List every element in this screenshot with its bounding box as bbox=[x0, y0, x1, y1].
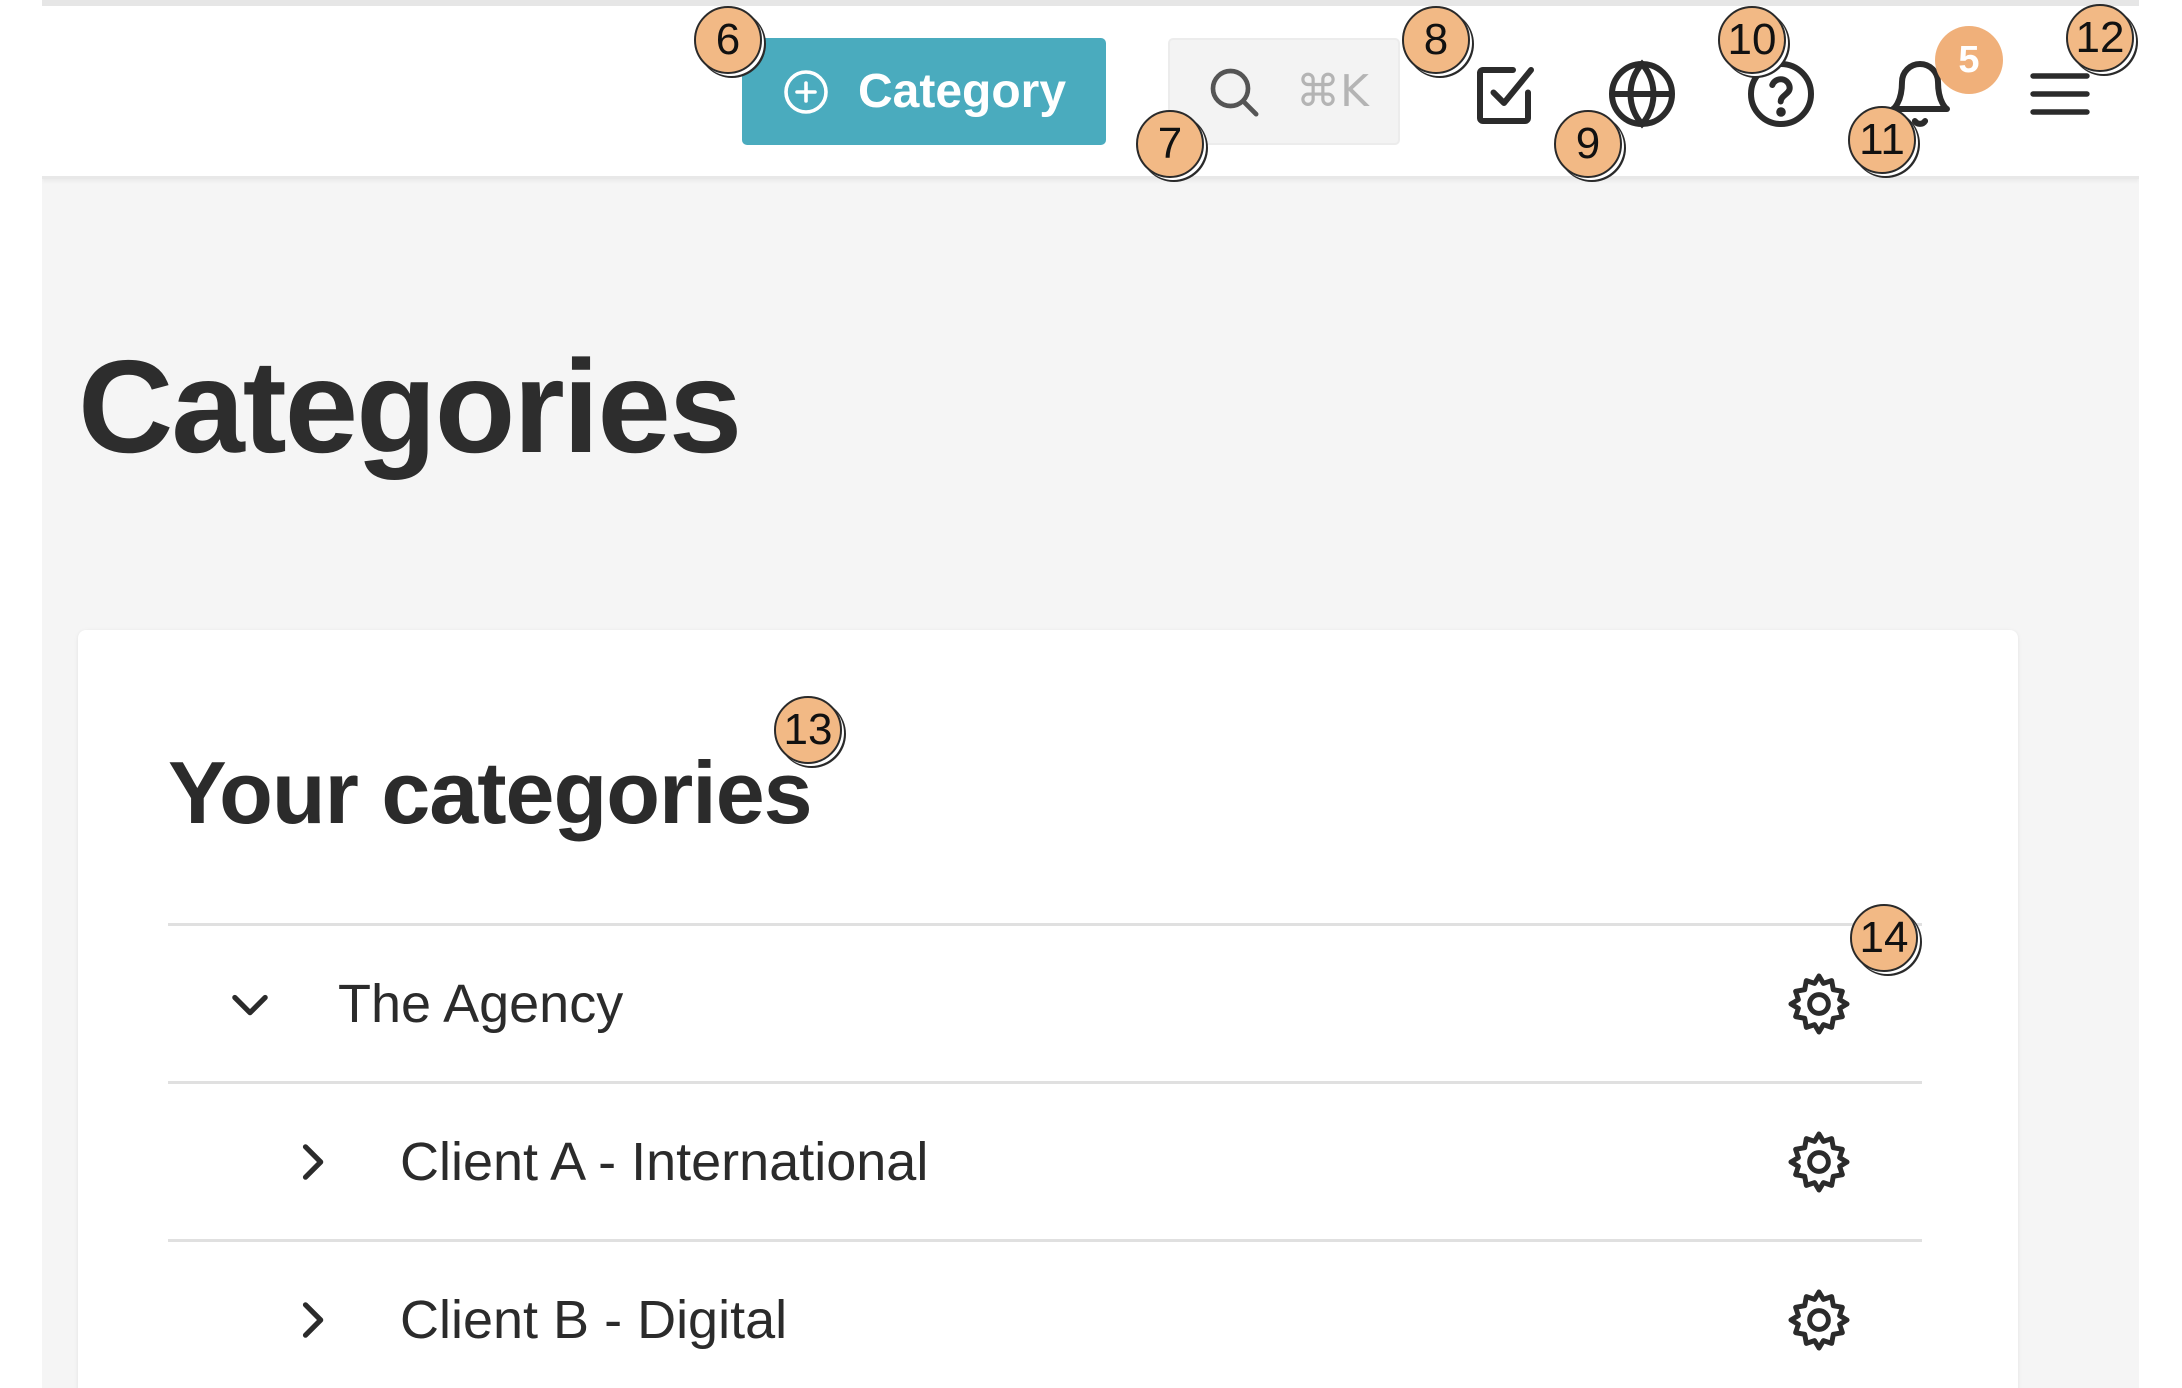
tasks-button[interactable] bbox=[1468, 58, 1540, 130]
search-icon bbox=[1210, 68, 1259, 116]
annotation-marker: 10 bbox=[1718, 6, 1786, 74]
chevron-right-icon bbox=[302, 1301, 324, 1338]
checkbox-icon bbox=[1477, 67, 1534, 124]
annotation-marker: 7 bbox=[1136, 110, 1204, 178]
globe-icon bbox=[1609, 59, 1675, 129]
annotation-marker: 6 bbox=[694, 6, 762, 74]
category-settings-button[interactable] bbox=[1786, 971, 1852, 1037]
add-category-label: Category bbox=[857, 65, 1067, 118]
add-category-button[interactable]: Category bbox=[742, 38, 1106, 145]
categories-card: Your categories The Agency Client A - In… bbox=[78, 630, 2018, 1388]
expand-toggle[interactable] bbox=[286, 1294, 338, 1346]
category-label[interactable]: The Agency bbox=[338, 973, 623, 1035]
category-row-the-agency: The Agency bbox=[168, 923, 1922, 1081]
annotation-marker: 11 bbox=[1848, 106, 1916, 174]
gear-icon bbox=[1788, 1288, 1850, 1351]
gear-icon bbox=[1788, 972, 1850, 1035]
category-settings-button[interactable] bbox=[1786, 1287, 1852, 1353]
chevron-right-icon bbox=[302, 1143, 324, 1180]
top-header: Category ⌘K 5 bbox=[42, 6, 2139, 179]
search-shortcut: ⌘K bbox=[1296, 66, 1369, 117]
chevron-down-icon bbox=[232, 994, 268, 1015]
category-row-client-a: Client A - International bbox=[168, 1081, 1922, 1239]
language-button[interactable] bbox=[1606, 58, 1678, 130]
annotation-marker: 9 bbox=[1554, 110, 1622, 178]
annotation-marker: 14 bbox=[1850, 904, 1918, 972]
app-frame: Category ⌘K 5 Categories Your categories… bbox=[42, 6, 2139, 1388]
page-title: Categories bbox=[78, 333, 742, 480]
annotation-marker: 12 bbox=[2066, 4, 2134, 72]
notification-badge: 5 bbox=[1935, 26, 2003, 94]
card-title: Your categories bbox=[168, 743, 813, 842]
expand-toggle[interactable] bbox=[286, 1136, 338, 1188]
plus-circle-icon bbox=[784, 69, 828, 114]
category-label[interactable]: Client B - Digital bbox=[400, 1289, 787, 1351]
annotation-marker: 8 bbox=[1402, 6, 1470, 74]
category-label[interactable]: Client A - International bbox=[400, 1131, 928, 1193]
search-button[interactable]: ⌘K bbox=[1168, 38, 1400, 145]
gear-icon bbox=[1788, 1130, 1850, 1193]
annotation-marker: 13 bbox=[774, 696, 842, 764]
collapse-toggle[interactable] bbox=[224, 978, 276, 1030]
category-settings-button[interactable] bbox=[1786, 1129, 1852, 1195]
category-row-client-b: Client B - Digital bbox=[168, 1239, 1922, 1388]
category-tree: The Agency Client A - International Clie… bbox=[168, 923, 1922, 1388]
